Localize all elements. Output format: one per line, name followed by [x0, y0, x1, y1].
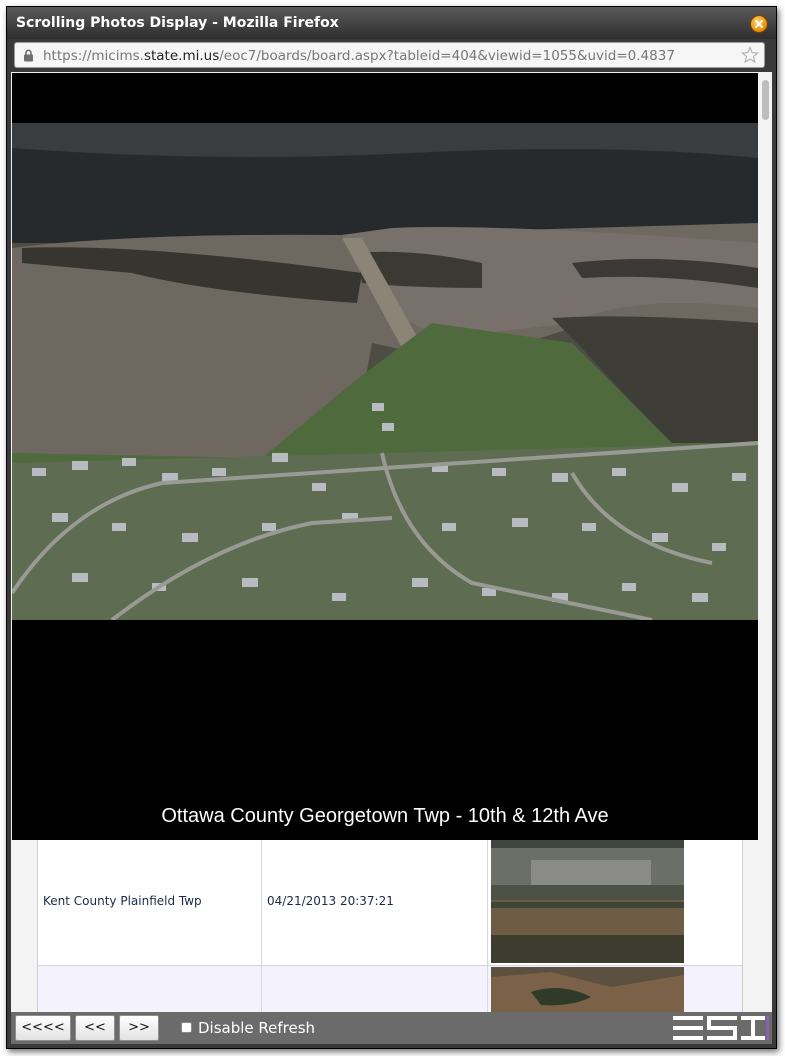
photo-caption: Ottawa County Georgetown Twp - 10th & 12…: [161, 805, 609, 827]
scrollbar-thumb[interactable]: [762, 80, 769, 120]
flood-aerial-photo: [12, 123, 758, 620]
location-cell: [38, 966, 262, 1013]
location-cell: Kent County Plainfield Twp: [38, 840, 262, 965]
timestamp-text: 04/21/2013 20:37:21: [267, 894, 394, 908]
photo-thumbnail[interactable]: [491, 967, 684, 1013]
table-row[interactable]: [38, 966, 742, 1013]
title-bar: Scrolling Photos Display - Mozilla Firef…: [7, 7, 776, 39]
photo-viewer: Ottawa County Georgetown Twp - 10th & 12…: [12, 73, 758, 840]
lock-icon: [24, 49, 33, 62]
timestamp-cell: 04/21/2013 20:37:21: [262, 840, 488, 965]
browser-window: Scrolling Photos Display - Mozilla Firef…: [6, 6, 777, 1049]
esi-logo: [673, 1016, 769, 1040]
url-text[interactable]: https://micims.state.mi.us/eoc7/boards/b…: [43, 48, 675, 64]
url-path: /eoc7/boards/board.aspx?tableid=404&view…: [219, 48, 675, 64]
disable-refresh-checkbox[interactable]: [181, 1022, 192, 1033]
location-text: Kent County Plainfield Twp: [43, 894, 202, 908]
photo-thumbnail[interactable]: [491, 840, 684, 963]
photo-cell: [488, 966, 742, 1013]
disable-refresh-label: Disable Refresh: [198, 1019, 316, 1037]
close-icon[interactable]: [750, 15, 768, 33]
url-prefix: https://micims.: [43, 48, 144, 64]
table-row[interactable]: Kent County Plainfield Twp 04/21/2013 20…: [38, 840, 742, 966]
url-domain: state.mi.us: [143, 48, 220, 64]
bottom-toolbar: <<<< << >> Disable Refresh: [11, 1012, 772, 1044]
photo-cell: [488, 840, 742, 965]
window-title: Scrolling Photos Display - Mozilla Firef…: [16, 15, 339, 31]
previous-button[interactable]: <<: [75, 1015, 115, 1041]
page-content: Kent County Plainfield Twp 04/21/2013 20…: [11, 72, 772, 1013]
first-page-button[interactable]: <<<<: [15, 1015, 71, 1041]
timestamp-cell: [262, 966, 488, 1013]
url-bar[interactable]: https://micims.state.mi.us/eoc7/boards/b…: [14, 42, 765, 68]
star-icon[interactable]: [741, 46, 759, 64]
photo-table: Kent County Plainfield Twp 04/21/2013 20…: [37, 840, 743, 1013]
next-button[interactable]: >>: [119, 1015, 159, 1041]
